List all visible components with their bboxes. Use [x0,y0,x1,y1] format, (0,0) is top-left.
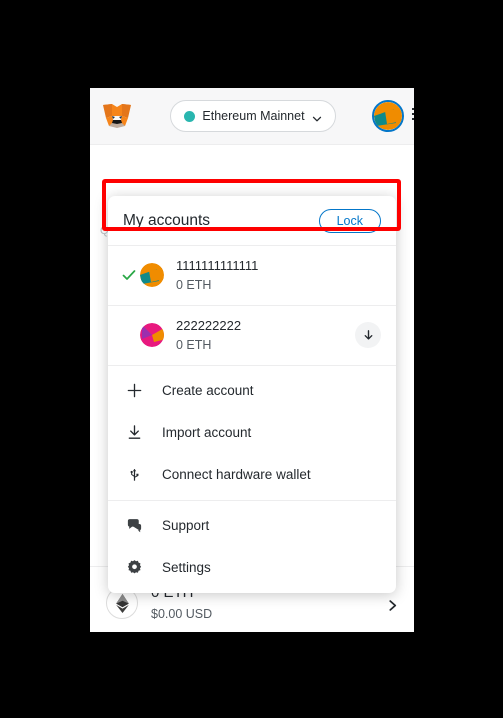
dropdown-header: My accounts Lock [108,196,396,245]
export-account-button[interactable] [355,322,381,349]
account-text-block: 1111111111111 0 ETH [176,257,381,294]
chat-bubbles-icon [123,515,145,537]
gear-icon [123,557,145,579]
menu-item-label: Support [162,518,210,534]
kebab-menu-icon[interactable] [412,108,414,120]
menu-item-label: Connect hardware wallet [162,467,311,483]
account-text-block: 222222222 0 ETH [176,317,355,354]
account-avatar-orange-teal [140,263,164,288]
usb-icon [123,464,145,486]
settings-item[interactable]: Settings [108,547,396,589]
account-row-selected[interactable]: 1111111111111 0 ETH [108,246,396,306]
metamask-fox-logo [100,99,134,133]
dropdown-menu-group: Support Settings [108,501,396,593]
create-account-item[interactable]: Create account [108,370,396,412]
token-fiat-value: $0.00 USD [151,606,213,621]
check-icon [118,268,140,282]
account-name: 1111111111111 [176,258,259,273]
menu-item-label: Import account [162,425,252,441]
dropdown-title: My accounts [123,212,211,229]
extension-topbar: Ethereum Mainnet [90,88,414,145]
chevron-down-icon [312,111,322,122]
dropdown-menu-group: Create account Import account Connect ha… [108,366,396,501]
connect-hardware-wallet-item[interactable]: Connect hardware wallet [108,454,396,496]
chevron-right-icon [387,598,398,611]
account-row[interactable]: 222222222 0 ETH [108,306,396,366]
account-balance: 0 ETH [176,277,212,292]
account-avatar-pink-orange [140,323,164,348]
plus-icon [123,380,145,402]
network-selector[interactable]: Ethereum Mainnet [170,100,336,132]
import-account-item[interactable]: Import account [108,412,396,454]
account-balance: 0 ETH [176,337,212,352]
metamask-extension-window: Ethereum Mainnet Q $0.00 USD My accounts… [90,88,414,632]
import-download-icon [123,422,145,444]
account-avatar-button[interactable] [371,100,404,132]
menu-item-label: Create account [162,383,254,399]
menu-item-label: Settings [162,560,211,576]
extension-body: Q Portfolio site 0 ETH $0 [90,145,414,632]
network-name-label: Ethereum Mainnet [202,109,305,123]
network-status-dot [184,110,196,122]
accounts-list: 1111111111111 0 ETH 222222222 0 ETH [108,245,396,366]
lock-button[interactable]: Lock [318,209,381,233]
support-item[interactable]: Support [108,505,396,547]
my-accounts-dropdown: My accounts Lock 1111111111111 0 ETH 222… [108,196,396,593]
account-name: 222222222 [176,317,242,333]
